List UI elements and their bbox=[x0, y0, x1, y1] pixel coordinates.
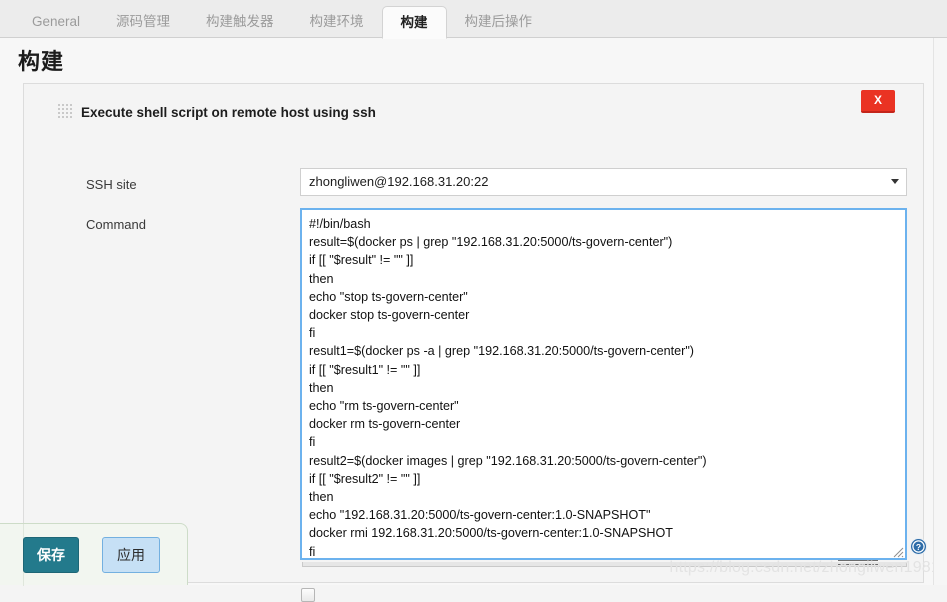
chevron-down-icon bbox=[891, 179, 899, 184]
advanced-checkbox[interactable] bbox=[301, 588, 315, 602]
textarea-drag-bar[interactable] bbox=[302, 560, 907, 567]
command-label: Command bbox=[86, 217, 146, 232]
tab-general[interactable]: General bbox=[14, 6, 98, 38]
tab-source-management[interactable]: 源码管理 bbox=[98, 6, 188, 38]
build-step-header: Execute shell script on remote host usin… bbox=[58, 101, 376, 123]
build-step-title: Execute shell script on remote host usin… bbox=[81, 104, 376, 120]
command-textarea[interactable] bbox=[300, 208, 907, 560]
page-title: 构建 bbox=[18, 49, 65, 74]
page-right-rail bbox=[933, 38, 947, 585]
svg-text:?: ? bbox=[916, 542, 921, 552]
drag-grip-icon[interactable] bbox=[58, 103, 72, 121]
tab-post-build-actions[interactable]: 构建后操作 bbox=[447, 6, 551, 38]
page-body: 构建 Execute shell script on remote host u… bbox=[0, 38, 947, 602]
ssh-site-select[interactable]: zhongliwen@192.168.31.20:22 bbox=[300, 168, 907, 196]
tab-build-triggers[interactable]: 构建触发器 bbox=[188, 6, 292, 38]
help-question-icon[interactable]: ? bbox=[910, 538, 927, 555]
build-step-panel-inner: Execute shell script on remote host usin… bbox=[58, 84, 923, 602]
tab-build[interactable]: 构建 bbox=[381, 6, 447, 39]
tab-bar: General 源码管理 构建触发器 构建环境 构建 构建后操作 bbox=[0, 0, 947, 39]
command-field-wrapper bbox=[300, 208, 907, 567]
build-step-panel: Execute shell script on remote host usin… bbox=[23, 83, 924, 602]
apply-button[interactable]: 应用 bbox=[102, 537, 160, 573]
tab-list: General 源码管理 构建触发器 构建环境 构建 构建后操作 bbox=[0, 0, 947, 39]
ssh-site-value: zhongliwen@192.168.31.20:22 bbox=[309, 174, 489, 189]
tab-build-environment[interactable]: 构建环境 bbox=[292, 6, 382, 38]
remove-build-step-button[interactable]: X bbox=[861, 90, 895, 113]
ssh-site-label: SSH site bbox=[86, 177, 137, 192]
textarea-drag-handle-icon bbox=[838, 560, 878, 565]
save-action-bar: 保存 应用 bbox=[0, 523, 188, 586]
save-button[interactable]: 保存 bbox=[23, 537, 79, 573]
